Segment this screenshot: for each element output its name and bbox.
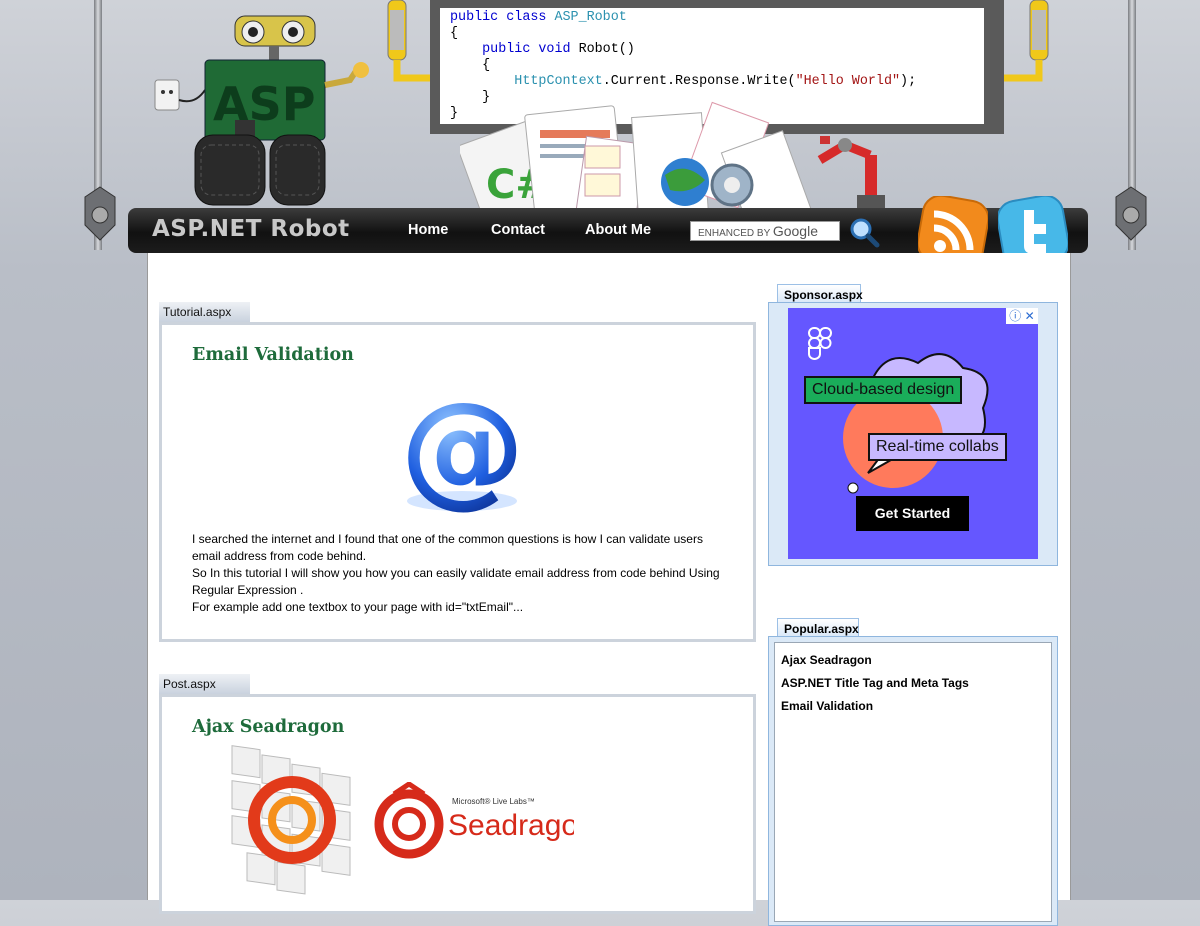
post-tab-post: Post.aspx xyxy=(159,674,250,694)
seadragon-logo-text: Seadragon xyxy=(448,809,574,842)
google-search-input[interactable] xyxy=(690,221,840,241)
code-token: Robot() xyxy=(578,42,635,57)
ad-artwork xyxy=(843,353,989,494)
code-line: public class ASP_Robot xyxy=(450,10,974,26)
excerpt-line-1: I searched the internet and I found that… xyxy=(192,532,703,563)
popular-link-title-meta-tags[interactable]: ASP.NET Title Tag and Meta Tags xyxy=(781,676,1045,690)
post-card-email-validation: Email Validation @ I searched the intern… xyxy=(159,322,756,642)
code-token: { xyxy=(450,26,459,41)
nav-link-home[interactable]: Home xyxy=(408,222,448,238)
post-title-email-validation[interactable]: Email Validation xyxy=(192,345,354,365)
site-brand[interactable]: ASP.NET Robot xyxy=(152,216,350,242)
sponsor-panel: ⓘ ✕ Cloud-based design Real-time collabs… xyxy=(768,302,1058,566)
sidebar-tab-sponsor: Sponsor.aspx xyxy=(777,284,863,304)
seadragon-tiles-image xyxy=(231,745,351,895)
post-card-ajax-seadragon: Ajax Seadragon Microsoft® Live Labs™ Sea… xyxy=(159,694,756,914)
seadragon-logo: Microsoft® Live Labs™ Seadragon xyxy=(374,782,574,859)
ad-get-started-button[interactable]: Get Started xyxy=(856,496,969,531)
nav-link-contact[interactable]: Contact xyxy=(491,222,545,238)
code-token: ); xyxy=(900,74,917,89)
popular-panel: Ajax Seadragon ASP.NET Title Tag and Met… xyxy=(768,636,1058,926)
code-line: HttpContext.Current.Response.Write("Hell… xyxy=(450,74,974,90)
code-token: { xyxy=(450,58,491,73)
nav-link-about-me[interactable]: About Me xyxy=(585,222,651,238)
code-token: HttpContext xyxy=(514,74,603,89)
seadragon-logo-small-text: Microsoft® Live Labs™ xyxy=(452,797,535,806)
asp-robot-illustration: ASP xyxy=(154,15,369,206)
code-token: public void xyxy=(450,42,579,57)
code-token: public class xyxy=(450,10,555,25)
figma-logo-icon xyxy=(808,327,832,360)
sponsor-ad[interactable]: ⓘ ✕ Cloud-based design Real-time collabs… xyxy=(788,308,1038,559)
code-token: } xyxy=(450,106,459,121)
search-icon[interactable] xyxy=(848,216,880,248)
right-clamp-icon xyxy=(1115,186,1147,241)
excerpt-line-3: For example add one textbox to your page… xyxy=(192,600,524,614)
ad-close-icon[interactable]: ✕ xyxy=(1025,309,1035,323)
popular-link-email-validation[interactable]: Email Validation xyxy=(781,699,1045,713)
code-token: "Hello World" xyxy=(795,74,901,89)
post-title-ajax-seadragon[interactable]: Ajax Seadragon xyxy=(192,717,344,737)
ad-choices[interactable]: ⓘ ✕ xyxy=(1006,308,1038,324)
sidebar-tab-popular: Popular.aspx xyxy=(777,618,859,638)
post-tab-tutorial: Tutorial.aspx xyxy=(159,302,250,322)
excerpt-line-2: So In this tutorial I will show you how … xyxy=(192,566,720,597)
left-clamp-icon xyxy=(84,186,116,241)
svg-text:ASP: ASP xyxy=(213,77,315,131)
right-robot-arm xyxy=(1004,0,1049,82)
code-line: { xyxy=(450,26,974,42)
ad-info-icon[interactable]: ⓘ xyxy=(1009,309,1021,323)
post-excerpt: I searched the internet and I found that… xyxy=(192,531,732,616)
code-token: .Current.Response.Write( xyxy=(602,74,796,89)
svg-text:@: @ xyxy=(400,381,525,521)
email-at-icon: @ xyxy=(400,381,525,521)
content-area: Tutorial.aspx Email Validation @ I searc… xyxy=(147,253,1071,926)
code-line: { xyxy=(450,58,974,74)
red-robot-arm xyxy=(817,138,885,210)
code-line: public void Robot() xyxy=(450,42,974,58)
popular-link-ajax-seadragon[interactable]: Ajax Seadragon xyxy=(781,653,1045,667)
popular-list: Ajax Seadragon ASP.NET Title Tag and Met… xyxy=(774,642,1052,922)
ad-pill-cloud-design: Cloud-based design xyxy=(804,376,963,404)
code-token: ASP_Robot xyxy=(554,10,627,25)
ad-pill-real-time: Real-time collabs xyxy=(868,433,1007,461)
